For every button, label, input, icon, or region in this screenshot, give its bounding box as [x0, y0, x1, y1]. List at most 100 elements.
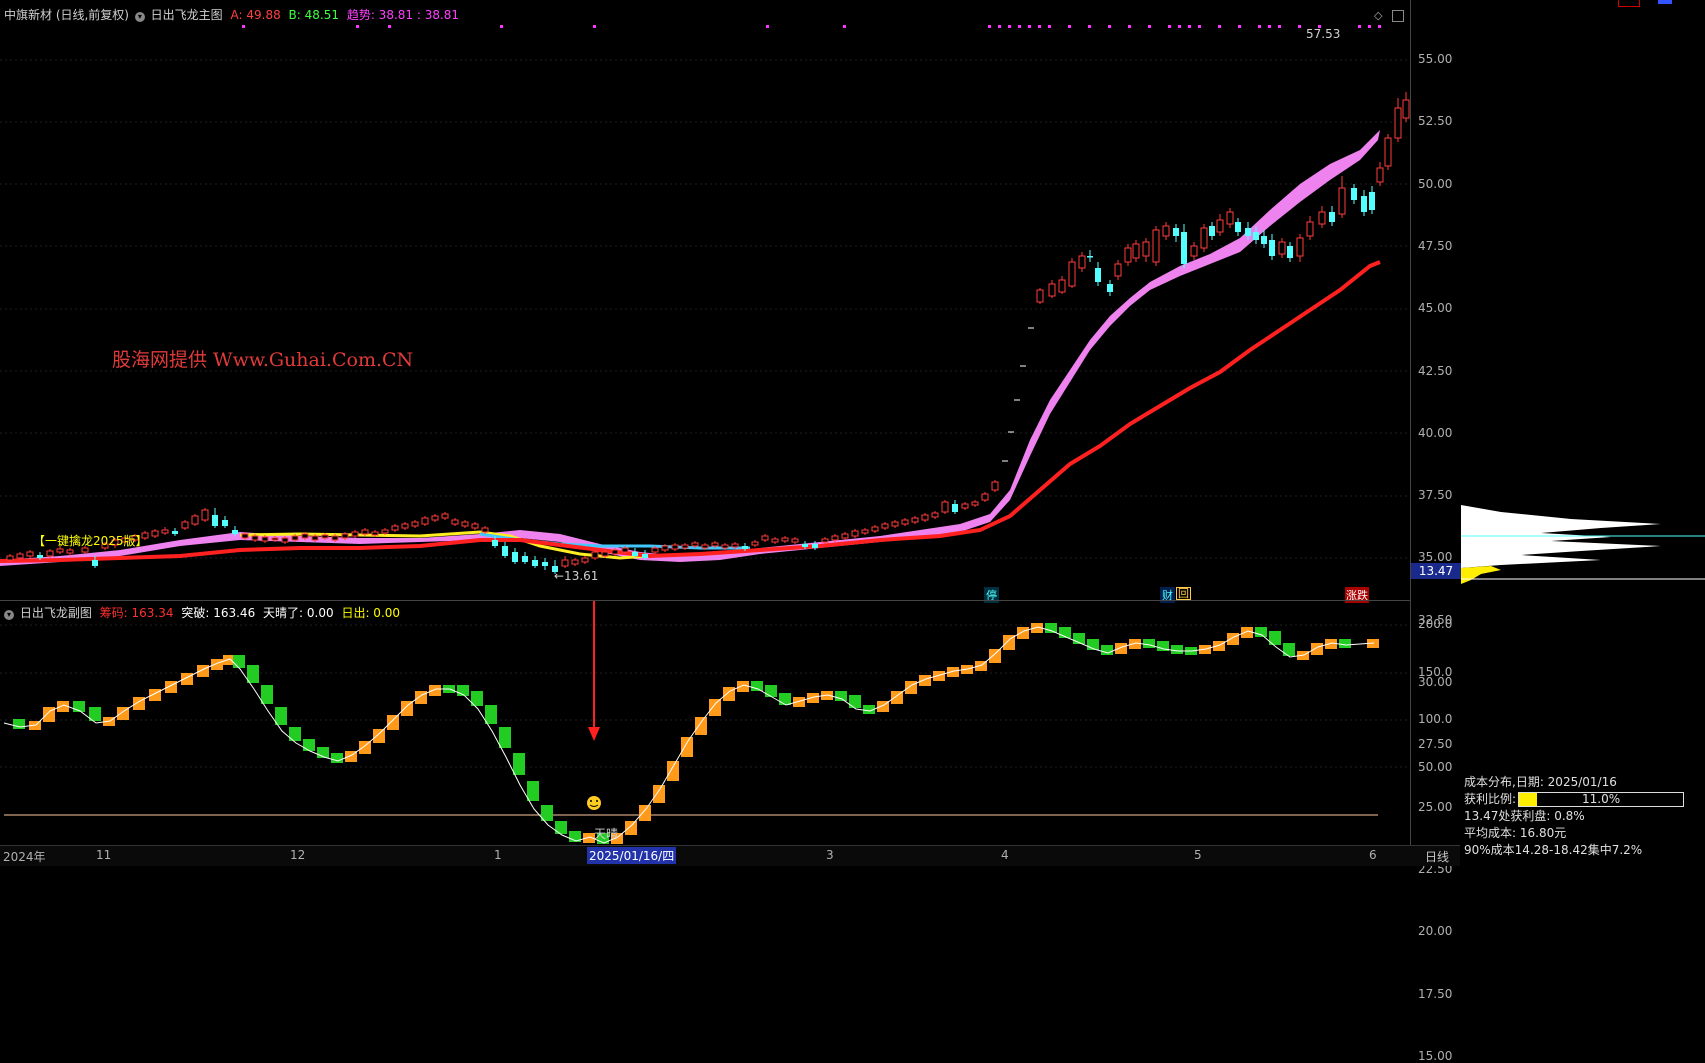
candle-body	[421, 517, 429, 525]
sub-indicator-chart[interactable]	[0, 601, 1410, 845]
step-block-up	[1017, 627, 1029, 639]
candle-body	[751, 541, 759, 546]
profit-bar: 11.0%	[1518, 792, 1685, 807]
step-block-down	[233, 655, 245, 668]
candle-body	[361, 529, 369, 535]
candle-body	[1351, 188, 1357, 200]
candle-body	[1087, 256, 1093, 258]
candle-body	[311, 535, 319, 541]
candle-body	[841, 533, 849, 539]
sub-y-tick: 200.0	[1418, 617, 1453, 631]
candle-body	[1253, 232, 1259, 240]
step-block-up	[387, 715, 399, 730]
main-y-tick: 17.50	[1418, 986, 1453, 1001]
main-y-tick: 55.00	[1418, 52, 1453, 66]
candle-body	[1200, 227, 1208, 249]
candle-body	[1048, 283, 1056, 297]
candle-body	[851, 530, 859, 537]
sub-gridlines	[0, 624, 1410, 768]
badge-return[interactable]: 回	[1176, 587, 1191, 600]
candle-body	[1142, 241, 1150, 257]
step-block-up	[989, 649, 1001, 663]
cost-title: 成本分布,日期: 2025/01/16	[1464, 775, 1617, 789]
candle-body	[56, 548, 64, 553]
step-block-down	[331, 753, 343, 763]
candle-body	[1402, 99, 1410, 119]
step-block-down	[247, 665, 259, 683]
x-label-mar: 3	[826, 848, 834, 862]
candle-body	[1152, 229, 1160, 263]
x-label-may: 5	[1194, 848, 1202, 862]
candle-body	[1278, 241, 1286, 255]
step-block-up	[625, 821, 637, 835]
main-y-axis[interactable]: 55.00 52.50 50.00 47.50 45.00 42.50 40.00 37.50…	[1410, 0, 1460, 1063]
candle-body	[581, 557, 589, 563]
main-y-tick: 52.50	[1418, 114, 1453, 129]
candle-body	[931, 512, 939, 518]
step-block-up	[653, 785, 665, 803]
candle-body	[331, 535, 339, 541]
candle-body	[492, 540, 498, 546]
candle-body	[621, 547, 629, 553]
candle-body	[1162, 225, 1170, 237]
candle-body	[601, 551, 609, 557]
candle-body	[721, 544, 729, 549]
candle-body	[1036, 289, 1044, 303]
candle-body	[1361, 196, 1367, 212]
edge-blue-box	[1658, 0, 1672, 4]
candle-body	[661, 545, 669, 551]
candle-body	[1261, 236, 1267, 244]
main-y-tick: 15.00	[1418, 1048, 1453, 1063]
x-axis-bar[interactable]	[0, 845, 1460, 866]
candle-body	[1235, 222, 1241, 232]
candle-body	[532, 560, 538, 566]
signal-dots	[242, 25, 1381, 28]
main-y-tick: 42.50	[1418, 363, 1453, 378]
candle-body	[222, 520, 228, 526]
period-label[interactable]: 日线	[1425, 848, 1449, 865]
candle-body	[391, 525, 399, 531]
step-block-down	[751, 681, 763, 691]
step-block-up	[1227, 633, 1239, 645]
main-y-tick: 45.00	[1418, 301, 1453, 316]
cost-range: 90%成本14.28-18.42集中7.2%	[1464, 843, 1643, 857]
step-block-up	[639, 805, 651, 821]
step-block-up	[197, 665, 209, 677]
candle-body	[341, 533, 349, 539]
main-y-tick: 47.50	[1418, 238, 1453, 253]
step-block-up	[429, 685, 441, 696]
candle-body	[381, 529, 389, 534]
candle-body	[1216, 219, 1224, 233]
candle-body	[1173, 228, 1179, 236]
candle-body	[46, 550, 54, 557]
candle-body	[181, 521, 189, 529]
candle-body	[591, 551, 599, 559]
candle-body	[651, 547, 659, 553]
profit-label: 获利比例:	[1464, 792, 1517, 806]
step-block-up	[415, 691, 427, 704]
candle-body	[632, 552, 638, 556]
step-block-up	[919, 675, 931, 686]
high-price-label: 57.53	[1306, 27, 1341, 41]
candle-body	[431, 515, 439, 521]
current-price-tag: 13.47	[1411, 563, 1461, 579]
step-block-down	[1171, 645, 1183, 654]
candle-body	[731, 543, 739, 548]
chip-distribution	[1461, 505, 1705, 584]
step-block-up	[211, 659, 223, 670]
candle-body	[522, 556, 528, 562]
main-price-chart[interactable]	[0, 0, 1410, 600]
step-block-down	[555, 821, 567, 834]
candle-body	[771, 538, 779, 543]
candle-body	[1296, 237, 1304, 257]
step-block-down	[765, 685, 777, 697]
candle-body	[16, 553, 24, 559]
sub-y-axis[interactable]: 200.0 150.0 100.0 50.00	[1410, 601, 1460, 845]
candle-body	[941, 501, 949, 513]
candle-body	[66, 549, 74, 554]
avg-cost: 平均成本: 16.80元	[1464, 826, 1567, 840]
candle-body	[512, 552, 518, 562]
candle-body	[701, 544, 709, 549]
edge-red-box	[1618, 0, 1640, 7]
candle-body	[691, 542, 699, 547]
